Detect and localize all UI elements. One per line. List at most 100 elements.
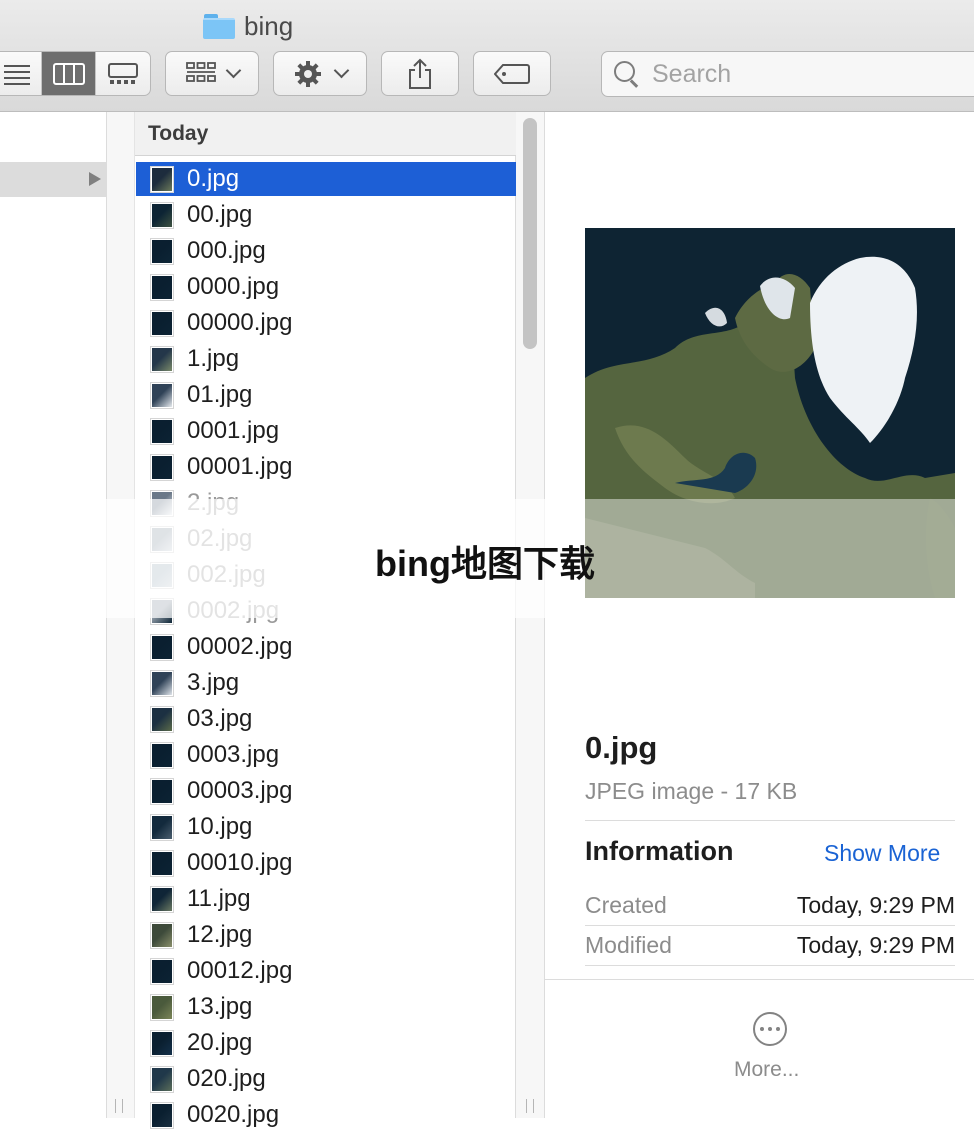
column-resize-handle[interactable]	[115, 1099, 123, 1113]
file-name: 1.jpg	[187, 345, 240, 372]
view-mode-control	[0, 51, 151, 96]
file-name: 03.jpg	[187, 705, 253, 732]
file-name: 00001.jpg	[187, 453, 293, 480]
file-name: 00002.jpg	[187, 633, 293, 660]
gallery-view-button[interactable]	[96, 52, 150, 95]
file-thumbnail-icon	[150, 453, 174, 481]
info-value: Today, 9:29 PM	[796, 891, 955, 918]
window-title: bing	[203, 8, 293, 44]
file-name: 00000.jpg	[187, 309, 293, 336]
watermark-banner-overlay	[585, 499, 955, 598]
tag-button[interactable]	[473, 51, 551, 96]
file-row[interactable]: 03.jpg	[136, 702, 516, 736]
file-row[interactable]: 0020.jpg	[136, 1098, 516, 1132]
file-row[interactable]: 00002.jpg	[136, 630, 516, 664]
parent-selected-folder-row[interactable]	[0, 162, 106, 197]
window-toolbar: bing	[0, 0, 974, 112]
file-name: 3.jpg	[187, 669, 240, 696]
group-button[interactable]	[165, 51, 259, 96]
file-name: 00012.jpg	[187, 957, 293, 984]
window-title-text: bing	[244, 10, 294, 41]
tag-icon	[494, 63, 530, 84]
file-thumbnail-icon	[150, 1065, 174, 1093]
preview-file-name: 0.jpg	[585, 730, 658, 765]
folder-icon	[203, 13, 235, 39]
chevron-down-icon	[333, 62, 349, 79]
chevron-down-icon	[225, 62, 241, 79]
file-row[interactable]: 00003.jpg	[136, 774, 516, 808]
share-icon	[409, 58, 431, 89]
file-row[interactable]: 00012.jpg	[136, 954, 516, 988]
show-more-link[interactable]: Show More	[824, 840, 940, 867]
file-thumbnail-icon	[150, 849, 174, 877]
file-thumbnail-icon	[150, 669, 174, 697]
file-row[interactable]: 20.jpg	[136, 1026, 516, 1060]
divider	[585, 820, 955, 821]
file-name: 00010.jpg	[187, 849, 293, 876]
file-name: 13.jpg	[187, 993, 253, 1020]
file-row[interactable]: 0003.jpg	[136, 738, 516, 772]
more-area	[545, 979, 974, 1119]
column-resize-handle[interactable]	[526, 1099, 534, 1113]
more-label[interactable]: More...	[734, 1058, 799, 1082]
file-row[interactable]: 0001.jpg	[136, 414, 516, 448]
file-thumbnail-icon	[150, 921, 174, 949]
file-row[interactable]: 0.jpg	[136, 162, 516, 196]
file-thumbnail-icon	[150, 417, 174, 445]
search-field[interactable]	[601, 51, 974, 97]
file-row[interactable]: 0000.jpg	[136, 270, 516, 304]
file-row[interactable]: 11.jpg	[136, 882, 516, 916]
info-row-created: Created Today, 9:29 PM	[585, 886, 955, 924]
file-row[interactable]: 10.jpg	[136, 810, 516, 844]
list-view-icon	[4, 64, 31, 85]
file-row[interactable]: 01.jpg	[136, 378, 516, 412]
file-thumbnail-icon	[150, 1029, 174, 1057]
search-input[interactable]	[650, 58, 954, 90]
file-name: 0003.jpg	[187, 741, 280, 768]
file-thumbnail-icon	[150, 381, 174, 409]
file-name: 0.jpg	[187, 165, 240, 192]
file-name: 12.jpg	[187, 921, 253, 948]
file-thumbnail-icon	[150, 273, 174, 301]
info-value: Today, 9:29 PM	[796, 931, 955, 958]
file-row[interactable]: 00.jpg	[136, 198, 516, 232]
info-label: Created	[585, 891, 667, 918]
file-row[interactable]: 020.jpg	[136, 1062, 516, 1096]
file-name: 11.jpg	[187, 885, 251, 912]
file-row[interactable]: 000.jpg	[136, 234, 516, 268]
list-view-button[interactable]	[0, 52, 43, 95]
file-name: 01.jpg	[187, 381, 253, 408]
file-thumbnail-icon	[150, 165, 174, 193]
file-row[interactable]: 12.jpg	[136, 918, 516, 952]
file-thumbnail-icon	[150, 705, 174, 733]
file-name: 020.jpg	[187, 1065, 266, 1092]
info-row-modified: Modified Today, 9:29 PM	[585, 926, 955, 964]
action-menu-content	[274, 52, 366, 95]
file-thumbnail-icon	[150, 633, 174, 661]
share-button[interactable]	[381, 51, 459, 96]
column-view-button[interactable]	[42, 52, 96, 95]
file-thumbnail-icon	[150, 345, 174, 373]
file-thumbnail-icon	[150, 813, 174, 841]
file-row[interactable]: 3.jpg	[136, 666, 516, 700]
file-list-scrollbar[interactable]	[523, 118, 537, 349]
file-row[interactable]: 00010.jpg	[136, 846, 516, 880]
more-button[interactable]	[753, 1012, 787, 1046]
gallery-view-icon	[107, 62, 138, 84]
tag-button-content	[474, 52, 550, 95]
file-thumbnail-icon	[150, 993, 174, 1021]
action-menu-button[interactable]	[273, 51, 367, 96]
disclosure-triangle-icon	[89, 172, 101, 186]
more-dots-icon	[760, 1027, 764, 1031]
information-heading: Information	[585, 836, 734, 866]
file-row[interactable]: 00001.jpg	[136, 450, 516, 484]
file-row[interactable]: 00000.jpg	[136, 306, 516, 340]
preview-file-kind: JPEG image - 17 KB	[585, 778, 798, 804]
file-row[interactable]: 1.jpg	[136, 342, 516, 376]
file-name: 0000.jpg	[187, 273, 280, 300]
file-thumbnail-icon	[150, 957, 174, 985]
file-name: 20.jpg	[187, 1029, 253, 1056]
file-row[interactable]: 13.jpg	[136, 990, 516, 1024]
file-thumbnail-icon	[150, 309, 174, 337]
column-view-icon	[52, 62, 85, 85]
